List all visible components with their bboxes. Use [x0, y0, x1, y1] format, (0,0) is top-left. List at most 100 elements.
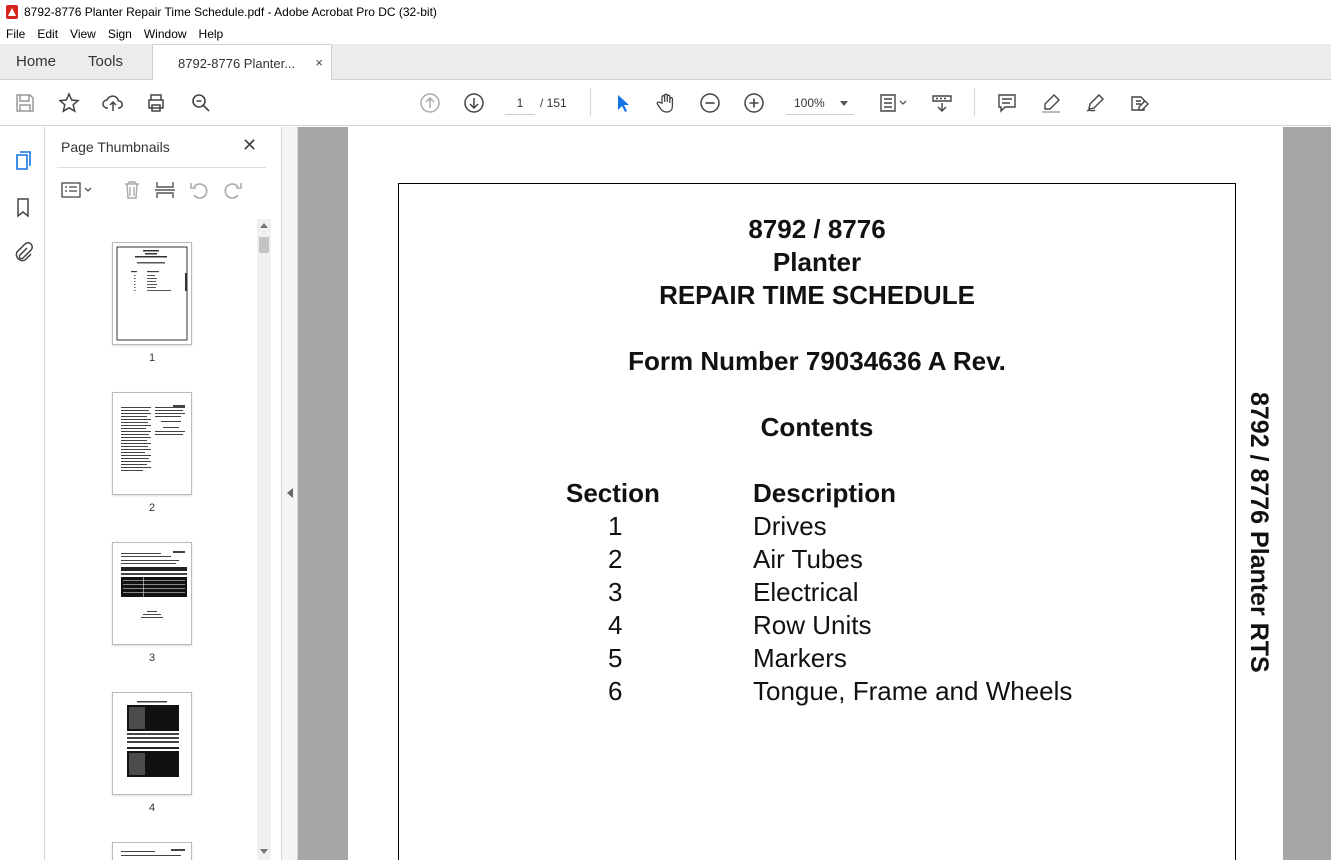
page-thumbnail-5[interactable] — [112, 842, 192, 860]
tab-bar: Home Tools 8792-8776 Planter... × — [0, 44, 1331, 81]
thumbnails-panel: Page Thumbnails ✕ 1 2 3 4 — [45, 127, 281, 860]
zoom-in-button[interactable] — [742, 91, 766, 115]
highlight-button[interactable] — [1039, 91, 1063, 115]
window-title: 8792-8776 Planter Repair Time Schedule.p… — [24, 5, 437, 19]
doc-side-label: 8792 / 8776 Planter RTS — [1245, 392, 1273, 673]
cloud-upload-icon — [102, 95, 123, 111]
tab-close-icon[interactable]: × — [315, 55, 323, 70]
comment-icon — [998, 94, 1016, 113]
thumbnails-toolbar — [45, 175, 281, 205]
hand-icon — [656, 93, 674, 113]
page-thumbnail-2[interactable] — [112, 392, 192, 495]
contents-section-number: 6 — [608, 676, 623, 706]
contents-section-number: 1 — [608, 511, 623, 541]
doc-product-heading: Planter — [772, 247, 862, 277]
thumbnail-3-preview — [121, 551, 187, 618]
previous-page-button[interactable] — [418, 91, 442, 115]
page-thumbnail-4[interactable] — [112, 692, 192, 795]
scroll-up-icon[interactable] — [260, 223, 268, 228]
zoom-level-value: 100% — [794, 95, 825, 110]
acrobat-pdf-icon — [6, 5, 18, 19]
divider — [57, 167, 266, 168]
page-thumbnails-icon[interactable] — [12, 149, 34, 171]
panel-splitter[interactable] — [281, 127, 298, 860]
contents-section-description: Markers — [753, 643, 847, 673]
page-number-input[interactable] — [505, 91, 535, 115]
menu-sign[interactable]: Sign — [108, 27, 132, 41]
paperclip-icon[interactable] — [12, 241, 34, 263]
menu-file[interactable]: File — [6, 27, 25, 41]
share-upload-button[interactable] — [101, 91, 125, 115]
close-icon[interactable]: ✕ — [242, 135, 257, 156]
navigation-rail — [0, 127, 45, 860]
contents-section-number: 5 — [608, 643, 623, 673]
cursor-arrow-icon — [618, 95, 629, 112]
fill-sign-button[interactable] — [1127, 91, 1151, 115]
main-toolbar: / 151 100% — [0, 80, 1331, 126]
star-icon — [58, 92, 80, 113]
doc-title-heading: REPAIR TIME SCHEDULE — [659, 280, 975, 310]
thumbnail-1-preview — [116, 246, 188, 341]
next-page-button[interactable] — [462, 91, 486, 115]
chevron-down-icon — [840, 101, 848, 106]
title-bar: 8792-8776 Planter Repair Time Schedule.p… — [0, 0, 1331, 24]
contents-section-description: Air Tubes — [753, 544, 863, 574]
contents-col-section: Section — [566, 478, 660, 508]
comment-button[interactable] — [995, 91, 1019, 115]
scrollbar-thumb[interactable] — [259, 237, 269, 253]
thumbnail-options-icon[interactable] — [60, 181, 94, 199]
doc-model-heading: 8792 / 8776 — [748, 214, 886, 244]
select-tool-button[interactable] — [610, 91, 634, 115]
contents-section-description: Tongue, Frame and Wheels — [753, 676, 1073, 706]
menu-help[interactable]: Help — [199, 27, 224, 41]
print-button[interactable] — [144, 91, 168, 115]
thumbnail-5-preview — [121, 849, 185, 856]
hand-tool-button[interactable] — [654, 91, 678, 115]
toolbar-divider — [590, 88, 591, 116]
pen-draw-icon — [1086, 94, 1104, 112]
highlighter-pen-icon — [1042, 94, 1060, 113]
scroll-mode-icon — [932, 95, 952, 112]
pdf-page: 8792 / 8776 Planter REPAIR TIME SCHEDULE… — [348, 127, 1283, 860]
thumbnails-scrollbar[interactable] — [257, 219, 271, 860]
thumbnail-page-number: 1 — [148, 352, 156, 364]
tab-tools[interactable]: Tools — [88, 53, 123, 70]
zoom-level-dropdown[interactable]: 100% — [786, 91, 854, 115]
zoom-out-button[interactable] — [698, 91, 722, 115]
sign-edit-icon — [1131, 96, 1149, 111]
draw-button[interactable] — [1083, 91, 1107, 115]
contents-col-description: Description — [753, 478, 897, 508]
contents-section-description: Electrical — [753, 577, 859, 607]
page-thumbnail-3[interactable] — [112, 542, 192, 645]
scroll-mode-button[interactable] — [930, 91, 954, 115]
thumbnail-page-number: 4 — [148, 802, 156, 814]
contents-section-number: 3 — [608, 577, 623, 607]
scroll-down-icon[interactable] — [260, 849, 268, 854]
find-button[interactable] — [189, 91, 213, 115]
page-total: / 151 — [540, 96, 567, 110]
page-fit-button[interactable] — [876, 91, 910, 115]
save-button[interactable] — [13, 91, 37, 115]
contents-section-description: Drives — [753, 511, 827, 541]
contents-section-number: 4 — [608, 610, 623, 640]
trash-icon[interactable] — [121, 179, 143, 201]
arrow-up-circle-icon — [420, 93, 440, 113]
insert-pages-icon[interactable] — [154, 179, 176, 201]
bookmark-star-button[interactable] — [57, 91, 81, 115]
tab-document[interactable]: 8792-8776 Planter... × — [152, 44, 332, 81]
plus-circle-icon — [744, 93, 764, 113]
thumbnail-4-preview — [127, 701, 179, 777]
thumbnail-page-number: 3 — [148, 652, 156, 664]
rotate-right-icon[interactable] — [222, 179, 244, 201]
menu-edit[interactable]: Edit — [37, 27, 58, 41]
menu-view[interactable]: View — [70, 27, 96, 41]
menu-window[interactable]: Window — [144, 27, 187, 41]
page-thumbnail-1[interactable] — [112, 242, 192, 345]
bookmark-icon[interactable] — [12, 196, 34, 218]
tab-home[interactable]: Home — [16, 53, 56, 70]
rotate-left-icon[interactable] — [188, 179, 210, 201]
collapse-panel-icon[interactable] — [287, 488, 293, 498]
document-viewport[interactable]: 8792 / 8776 Planter REPAIR TIME SCHEDULE… — [298, 127, 1331, 860]
thumbnails-panel-title: Page Thumbnails — [61, 139, 170, 155]
page-border-frame: 8792 / 8776 Planter REPAIR TIME SCHEDULE… — [398, 183, 1236, 860]
